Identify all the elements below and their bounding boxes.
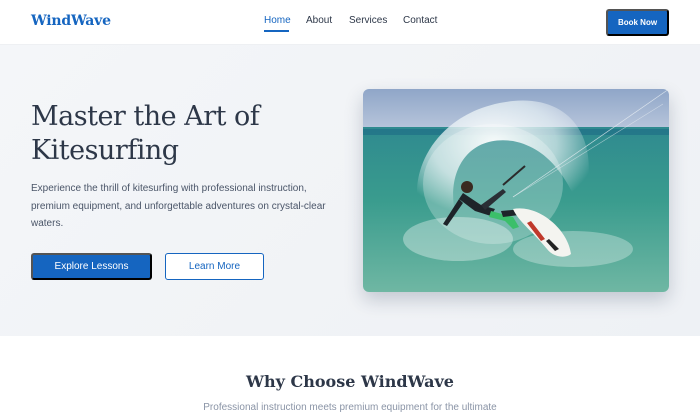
why-section-subtitle: Professional instruction meets premium e… bbox=[203, 402, 497, 413]
nav-about[interactable]: About bbox=[306, 15, 332, 26]
explore-lessons-button[interactable]: Explore Lessons bbox=[31, 253, 152, 280]
why-section-title: Why Choose WindWave bbox=[246, 372, 454, 391]
brand-logo[interactable]: WindWave bbox=[31, 13, 111, 29]
nav-services[interactable]: Services bbox=[349, 15, 387, 26]
nav-home[interactable]: Home bbox=[264, 15, 291, 26]
active-nav-indicator bbox=[264, 30, 289, 32]
kitesurfer-photo bbox=[363, 89, 669, 292]
kitesurfer-illustration bbox=[363, 89, 669, 292]
book-now-button[interactable]: Book Now bbox=[606, 9, 669, 36]
learn-more-button[interactable]: Learn More bbox=[165, 253, 264, 280]
hero-description: Experience the thrill of kitesurfing wit… bbox=[31, 183, 326, 229]
nav-contact[interactable]: Contact bbox=[403, 15, 437, 26]
hero-title-line-1: Master the Art of bbox=[31, 101, 260, 132]
hero-title-line-2: Kitesurfing bbox=[31, 135, 179, 166]
site-header: WindWave Home About Services Contact Boo… bbox=[0, 0, 700, 45]
hero-title: Master the Art of Kitesurfing bbox=[31, 100, 331, 168]
